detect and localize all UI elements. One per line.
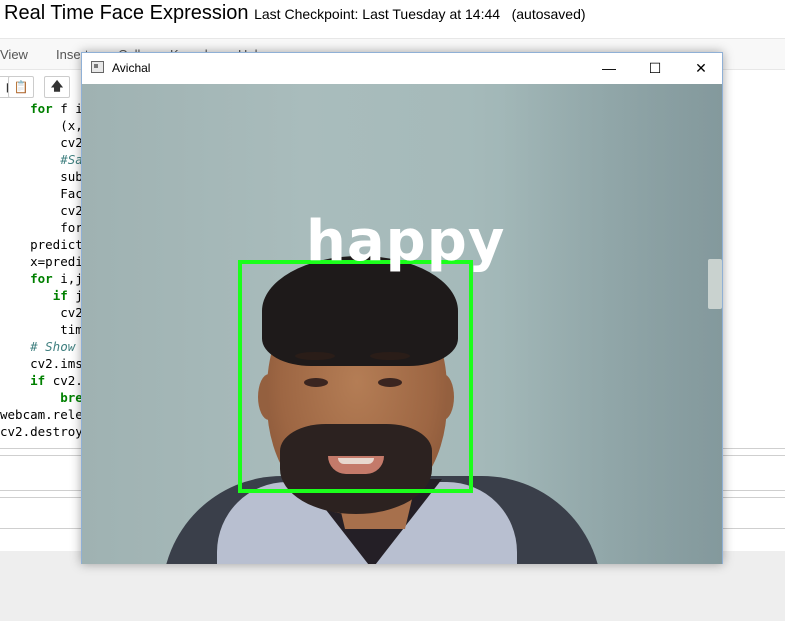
webcam-window[interactable]: Avichal — ☐ ✕ happy [81,52,723,564]
code-line: tim [60,322,83,337]
notebook-header: Real Time Face Expression Last Checkpoin… [0,0,785,36]
emotion-label: happy [306,209,506,274]
code-line: x=predi [30,254,83,269]
code-line: predict [30,237,83,252]
wall-fixture [708,259,722,309]
notebook-title-row: Real Time Face Expression Last Checkpoin… [4,2,586,25]
arrow-up-icon: 🡅 [50,78,64,93]
paste-icon: 📋 [13,80,29,94]
code-line: # Show [30,339,76,354]
code-line: sub [60,169,83,184]
code-line: for i,j [30,271,83,286]
code-line: cv2 [60,135,83,150]
code-line: (x, [60,118,83,133]
app-window-icon [91,61,104,73]
code-line: cv2 [60,203,83,218]
webcam-frame: happy [82,84,722,564]
code-line: for [60,220,83,235]
code-line: Fac [60,186,83,201]
code-line: cv2 [60,305,83,320]
maximize-icon: ☐ [648,59,662,76]
face-detection-box [238,260,473,493]
menu-view[interactable]: View [0,47,28,62]
code-line: #Sa [60,152,83,167]
code-line: webcam.rele [0,407,83,422]
close-icon: ✕ [695,59,707,76]
move-up-button[interactable]: 🡅 [44,76,70,98]
minimize-icon: — [602,60,616,76]
code-line: if cv2. [30,373,83,388]
paste-button[interactable]: 📋 [8,76,34,98]
notebook-title[interactable]: Real Time Face Expression [4,2,249,24]
code-line: cv2.ims [30,356,83,371]
autosave-status: (autosaved) [511,6,586,22]
code-line: bre [60,390,83,405]
minimize-button[interactable]: — [586,53,632,83]
window-titlebar[interactable]: Avichal — ☐ ✕ [82,53,722,83]
maximize-button[interactable]: ☐ [632,53,678,83]
code-line: if j [52,288,83,303]
close-button[interactable]: ✕ [678,53,724,83]
checkpoint-status: Last Checkpoint: Last Tuesday at 14:44 [254,6,501,22]
window-title: Avichal [112,61,151,75]
code-line: for f i [30,101,83,116]
code-line: cv2.destroy [0,424,83,439]
